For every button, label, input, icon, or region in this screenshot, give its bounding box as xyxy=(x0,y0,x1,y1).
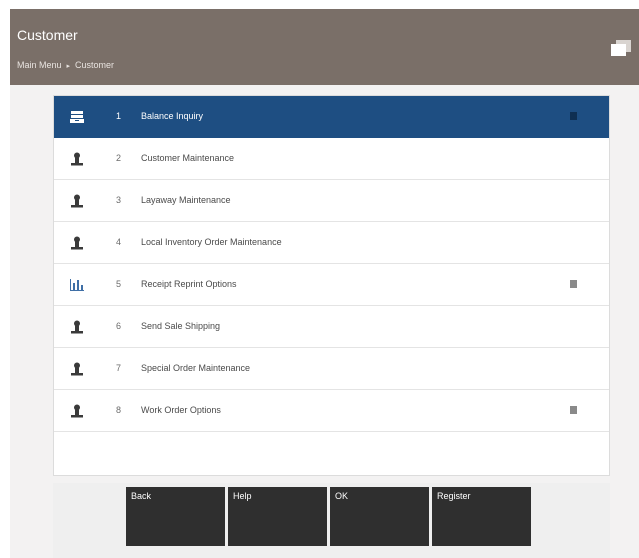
breadcrumb-main-menu[interactable]: Main Menu xyxy=(17,60,62,70)
menu-item-number: 3 xyxy=(116,195,122,205)
header-bar: Customer Main Menu ▸ Customer xyxy=(10,9,639,85)
page-title: Customer xyxy=(17,27,78,43)
menu-item-number: 5 xyxy=(116,279,122,289)
ok-button[interactable]: OK xyxy=(330,487,429,546)
menu-item-balance-inquiry[interactable]: 1 Balance Inquiry xyxy=(54,96,609,138)
breadcrumb-customer: Customer xyxy=(75,60,115,70)
register-icon xyxy=(70,111,84,123)
menu-item-label: Local Inventory Order Maintenance xyxy=(141,237,282,247)
person-icon xyxy=(71,404,83,418)
document-icon xyxy=(570,112,577,120)
person-icon xyxy=(71,362,83,376)
person-icon xyxy=(71,194,83,208)
bar-chart-icon xyxy=(70,279,84,291)
menu-item-label: Receipt Reprint Options xyxy=(141,279,237,289)
menu-item-label: Send Sale Shipping xyxy=(141,321,221,331)
document-icon xyxy=(570,406,577,414)
menu-item-customer-maintenance[interactable]: 2 Customer Maintenance xyxy=(54,138,609,180)
breadcrumb: Main Menu ▸ Customer xyxy=(17,60,114,70)
menu-item-label: Layaway Maintenance xyxy=(141,195,231,205)
menu-item-special-order-maintenance[interactable]: 7 Special Order Maintenance xyxy=(54,348,609,390)
menu-item-work-order-options[interactable]: 8 Work Order Options xyxy=(54,390,609,432)
app-frame: Customer Main Menu ▸ Customer 1 Balance In… xyxy=(10,9,639,558)
menu-item-label: Balance Inquiry xyxy=(141,111,204,121)
menu-item-label: Special Order Maintenance xyxy=(141,363,251,373)
menu-item-label: Work Order Options xyxy=(141,405,221,415)
back-button[interactable]: Back xyxy=(126,487,225,546)
windows-icon[interactable] xyxy=(611,40,631,56)
document-icon xyxy=(570,280,577,288)
person-icon xyxy=(71,236,83,250)
register-button[interactable]: Register xyxy=(432,487,531,546)
menu-item-number: 4 xyxy=(116,237,122,247)
help-button[interactable]: Help xyxy=(228,487,327,546)
menu-item-number: 2 xyxy=(116,153,122,163)
menu-item-number: 6 xyxy=(116,321,122,331)
menu-item-number: 1 xyxy=(116,111,122,121)
menu-item-send-sale-shipping[interactable]: 6 Send Sale Shipping xyxy=(54,306,609,348)
menu-item-number: 8 xyxy=(116,405,122,415)
button-bar: Back Help OK Register xyxy=(53,483,610,558)
menu-item-label: Customer Maintenance xyxy=(141,153,235,163)
menu-item-layaway-maintenance[interactable]: 3 Layaway Maintenance xyxy=(54,180,609,222)
menu-list: 1 Balance Inquiry 2 Customer Maintenance… xyxy=(53,95,610,476)
menu-item-local-inventory-order-maintenance[interactable]: 4 Local Inventory Order Maintenance xyxy=(54,222,609,264)
breadcrumb-separator: ▸ xyxy=(66,63,71,70)
person-icon xyxy=(71,320,83,334)
person-icon xyxy=(71,152,83,166)
menu-item-number: 7 xyxy=(116,363,122,373)
menu-item-receipt-reprint-options[interactable]: 5 Receipt Reprint Options xyxy=(54,264,609,306)
